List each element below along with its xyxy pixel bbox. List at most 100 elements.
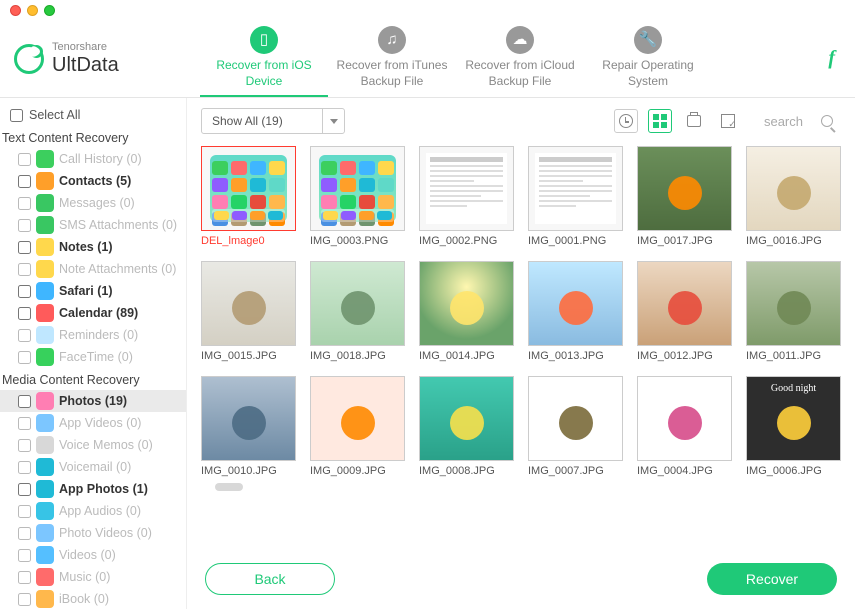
thumbnail[interactable]: IMG_0002.PNG	[419, 146, 514, 247]
item-label: App Photos (1)	[59, 482, 148, 496]
back-button[interactable]: Back	[205, 563, 335, 595]
thumbnail-label: IMG_0017.JPG	[637, 235, 732, 247]
close-icon[interactable]	[10, 5, 21, 16]
logo-icon	[14, 44, 44, 74]
tab-0[interactable]: ▯Recover from iOSDevice	[200, 20, 328, 97]
chevron-down-icon[interactable]	[322, 109, 344, 133]
print-icon	[687, 115, 701, 127]
print-button[interactable]	[682, 109, 706, 133]
item-checkbox	[18, 263, 31, 276]
tab-icon: ☁	[506, 26, 534, 54]
thumbnail[interactable]: IMG_0004.JPG	[637, 376, 732, 477]
item-checkbox[interactable]	[18, 395, 31, 408]
thumbnail-image	[201, 376, 296, 461]
item-checkbox	[18, 527, 31, 540]
item-checkbox[interactable]	[18, 285, 31, 298]
sidebar-item: FaceTime (0)	[0, 346, 186, 368]
select-all-checkbox[interactable]: Select All	[0, 104, 186, 126]
thumbnail[interactable]: IMG_0008.JPG	[419, 376, 514, 477]
thumbnail[interactable]: DEL_lmage0	[201, 146, 296, 247]
category-header: Media Content Recovery	[0, 368, 186, 390]
thumbnail[interactable]: IMG_0012.JPG	[637, 261, 732, 362]
thumbnail-label: IMG_0007.JPG	[528, 465, 623, 477]
sidebar-item[interactable]: Calendar (89)	[0, 302, 186, 324]
item-checkbox	[18, 351, 31, 364]
sort-time-button[interactable]	[614, 109, 638, 133]
item-label: FaceTime (0)	[59, 350, 133, 364]
app-icon	[36, 172, 54, 190]
app-icon	[36, 304, 54, 322]
item-label: Contacts (5)	[59, 174, 131, 188]
thumbnail-image	[637, 261, 732, 346]
recover-button[interactable]: Recover	[707, 563, 837, 595]
item-checkbox	[18, 329, 31, 342]
thumbnail-image	[419, 376, 514, 461]
tab-label: Recover from iTunes	[337, 58, 448, 74]
tab-label: Recover from iCloud	[465, 58, 574, 74]
sidebar-item[interactable]: Contacts (5)	[0, 170, 186, 192]
zoom-icon[interactable]	[44, 5, 55, 16]
sidebar-item: Messages (0)	[0, 192, 186, 214]
thumbnail[interactable]: IMG_0016.JPG	[746, 146, 841, 247]
app-icon	[36, 326, 54, 344]
grid-view-button[interactable]	[648, 109, 672, 133]
tab-3[interactable]: 🔧Repair OperatingSystem	[584, 20, 712, 97]
sidebar-item[interactable]: Safari (1)	[0, 280, 186, 302]
thumbnail[interactable]: IMG_0013.JPG	[528, 261, 623, 362]
item-checkbox	[18, 549, 31, 562]
item-checkbox[interactable]	[18, 175, 31, 188]
item-label: Safari (1)	[59, 284, 113, 298]
item-checkbox[interactable]	[18, 483, 31, 496]
thumbnail[interactable]: IMG_0014.JPG	[419, 261, 514, 362]
sidebar-item: App Audios (0)	[0, 500, 186, 522]
tab-1[interactable]: ♫Recover from iTunesBackup File	[328, 20, 456, 97]
facebook-icon[interactable]: f	[808, 47, 855, 70]
thumbnail-label: IMG_0010.JPG	[201, 465, 296, 477]
thumbnail[interactable]: IMG_0009.JPG	[310, 376, 405, 477]
thumbnail[interactable]: Good nightIMG_0006.JPG	[746, 376, 841, 477]
item-checkbox	[18, 593, 31, 606]
select-all-input[interactable]	[10, 109, 23, 122]
tab-2[interactable]: ☁Recover from iCloudBackup File	[456, 20, 584, 97]
settings-button[interactable]	[716, 109, 740, 133]
sidebar-item: App Videos (0)	[0, 412, 186, 434]
thumbnail-image	[201, 146, 296, 231]
thumbnail-image: Good night	[746, 376, 841, 461]
brand-small: Tenorshare	[52, 41, 119, 53]
item-checkbox	[18, 417, 31, 430]
item-checkbox	[18, 461, 31, 474]
minimize-icon[interactable]	[27, 5, 38, 16]
horizontal-scrollbar[interactable]	[215, 483, 243, 491]
thumbnail-scroll[interactable]: DEL_lmage0IMG_0003.PNGIMG_0002.PNGIMG_00…	[187, 144, 855, 553]
app-icon	[36, 524, 54, 542]
sidebar-item: Videos (0)	[0, 544, 186, 566]
sidebar-item[interactable]: Photos (19)	[0, 390, 186, 412]
thumbnail[interactable]: IMG_0010.JPG	[201, 376, 296, 477]
tab-icon: 🔧	[634, 26, 662, 54]
thumbnail[interactable]: IMG_0011.JPG	[746, 261, 841, 362]
search-icon	[821, 115, 833, 127]
item-label: App Videos (0)	[59, 416, 141, 430]
thumbnail-image	[419, 146, 514, 231]
item-checkbox[interactable]	[18, 241, 31, 254]
app-icon	[36, 546, 54, 564]
thumbnail[interactable]: IMG_0017.JPG	[637, 146, 732, 247]
thumbnail[interactable]: IMG_0003.PNG	[310, 146, 405, 247]
item-label: Note Attachments (0)	[59, 262, 176, 276]
sidebar-item: iBook (0)	[0, 588, 186, 609]
select-all-label: Select All	[29, 108, 80, 122]
thumbnail-image	[637, 146, 732, 231]
filter-dropdown[interactable]: Show All (19)	[201, 108, 345, 134]
sidebar-item[interactable]: App Photos (1)	[0, 478, 186, 500]
thumbnail[interactable]: IMG_0015.JPG	[201, 261, 296, 362]
search-input[interactable]: search	[750, 114, 841, 129]
sidebar-item[interactable]: Notes (1)	[0, 236, 186, 258]
tab-label-2: Device	[246, 74, 283, 90]
app-icon	[36, 392, 54, 410]
item-checkbox	[18, 219, 31, 232]
item-checkbox[interactable]	[18, 307, 31, 320]
tab-label-2: Backup File	[361, 74, 424, 90]
thumbnail[interactable]: IMG_0007.JPG	[528, 376, 623, 477]
thumbnail[interactable]: IMG_0001.PNG	[528, 146, 623, 247]
thumbnail[interactable]: IMG_0018.JPG	[310, 261, 405, 362]
